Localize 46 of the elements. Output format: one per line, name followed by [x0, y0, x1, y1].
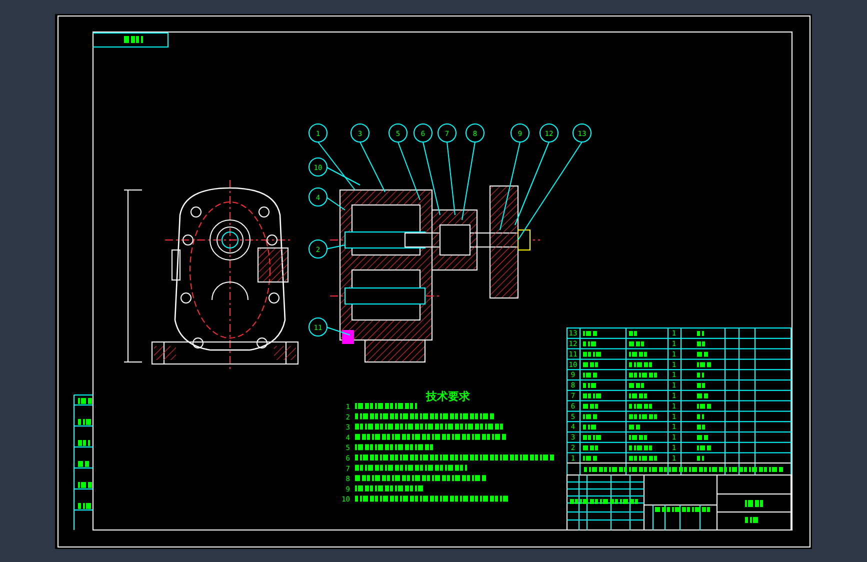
illegible-material-drawing — [697, 445, 711, 450]
illegible-part-name-drawing — [629, 362, 652, 368]
illegible-material-drawing — [697, 372, 704, 378]
illegible-part-name-drawing — [629, 341, 644, 346]
illegible-part-code-drawing — [583, 372, 597, 378]
illegible-material-drawing — [697, 435, 708, 440]
illegible-part-code-drawing — [583, 424, 596, 430]
illegible-part-name-drawing — [629, 445, 652, 450]
leader-line — [326, 244, 346, 250]
illegible-part-name-drawing — [629, 404, 652, 409]
illegible-material-drawing — [697, 404, 711, 409]
illegible-part-name-drawing — [629, 393, 647, 398]
illegible-material-drawing — [697, 393, 708, 398]
illegible-requirement-drawing — [355, 485, 423, 492]
illegible-part-name-drawing — [629, 435, 647, 440]
illegible-part-name-drawing — [629, 352, 647, 357]
illegible-part-code-drawing — [583, 393, 601, 398]
illegible-part-name-drawing — [629, 424, 640, 430]
illegible-part-code-drawing — [583, 331, 597, 336]
illegible-material-drawing — [697, 341, 705, 346]
illegible-part-name-drawing — [629, 372, 657, 378]
illegible-part-code-drawing — [583, 362, 598, 368]
illegible-material-drawing — [697, 362, 711, 368]
illegible-material-drawing — [697, 331, 704, 336]
illegible-material-drawing — [697, 414, 704, 420]
leader-line — [326, 326, 350, 336]
leader-line — [326, 196, 346, 210]
illegible-part-code-drawing — [583, 404, 598, 409]
illegible-part-code-drawing — [583, 383, 596, 388]
illegible-part-code-drawing — [583, 435, 601, 440]
illegible-requirement-drawing — [355, 403, 417, 409]
illegible-material-drawing — [697, 456, 704, 461]
illegible-part-name-drawing — [629, 331, 637, 336]
illegible-part-code-drawing — [583, 456, 597, 461]
illegible-part-name-drawing — [629, 456, 657, 461]
illegible-part-name-drawing — [629, 383, 644, 388]
leader-line — [398, 142, 420, 200]
illegible-material-drawing — [697, 424, 705, 430]
illegible-part-code-drawing — [583, 445, 598, 450]
illegible-part-code-drawing — [583, 341, 596, 346]
illegible-part-code-drawing — [583, 352, 601, 357]
illegible-part-code-drawing — [583, 414, 597, 420]
illegible-part-name-drawing — [629, 414, 657, 420]
illegible-material-drawing — [697, 383, 705, 388]
requirements-heading: 技术要求 — [426, 390, 470, 403]
illegible-material-drawing — [697, 352, 708, 357]
